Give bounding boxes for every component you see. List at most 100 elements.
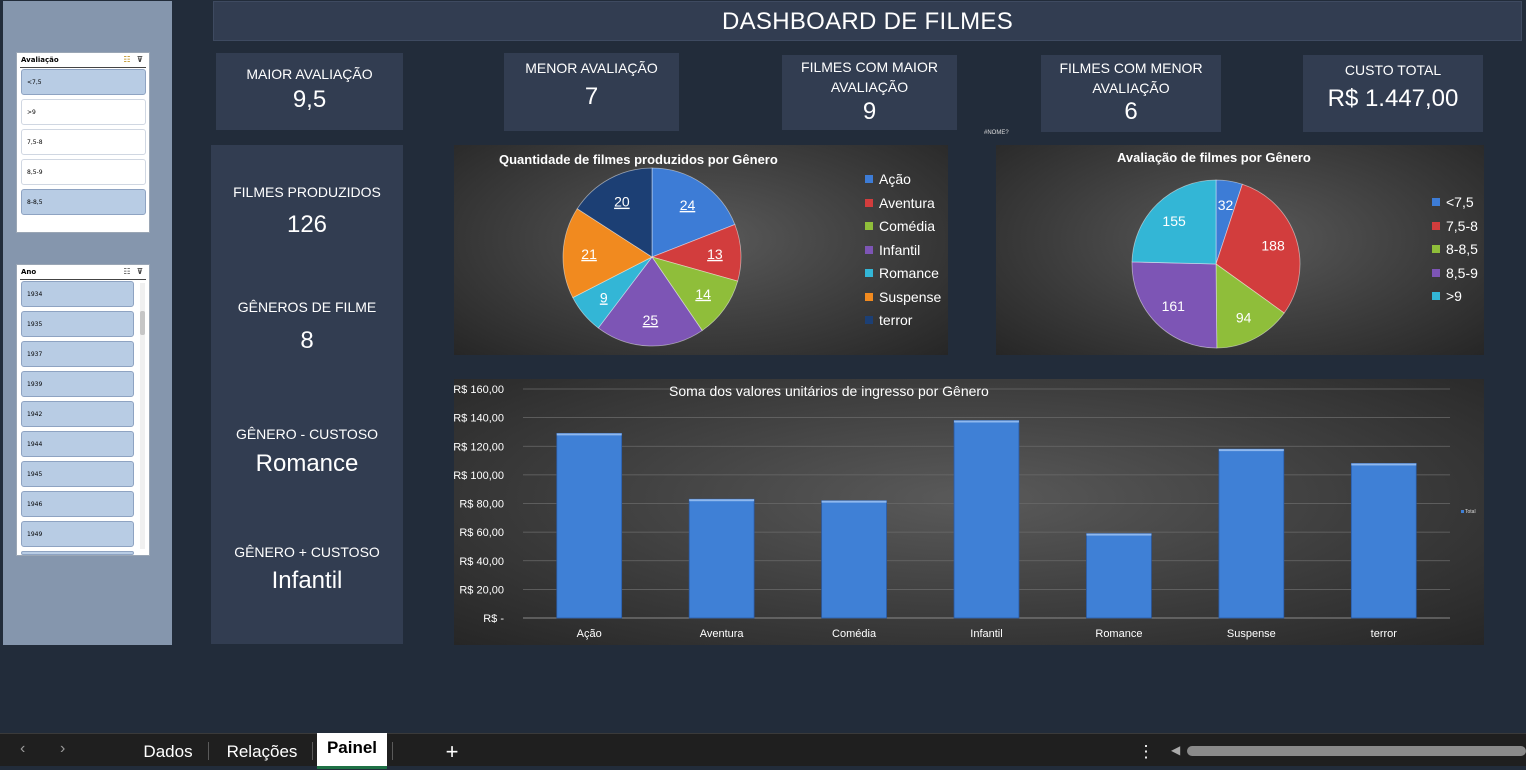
legend-item: Ação [865,171,911,187]
legend-swatch [1432,268,1440,277]
summary-panel: FILMES PRODUZIDOS 126 GÊNEROS DE FILME 8… [211,145,403,644]
more-options-icon[interactable]: ⋮ [1136,734,1156,767]
legend-item: Suspense [865,289,941,305]
clear-filter-icon[interactable]: ⊽ [135,55,145,65]
kpi-value: R$ 1.447,00 [1327,85,1459,112]
kpi-menor-avaliacao: MENOR AVALIAÇÃO 7 [504,53,679,131]
legend-item: Comédia [865,218,935,234]
bar[interactable] [688,498,755,619]
y-tick-label: R$ 20,00 [459,584,504,596]
bar[interactable] [1218,448,1285,619]
chart-title: Soma dos valores unitários de ingresso p… [669,383,989,399]
chart-valores-ingresso[interactable]: R$ - R$ 20,00 R$ 40,00 R$ 60,00 R$ 80,00 R$ 1… [454,379,1484,645]
slicer-item[interactable]: <7,5 [21,69,146,95]
slicer-item[interactable]: 8-8,5 [21,189,146,215]
slicer-item[interactable]: 1944 [21,431,134,457]
kpi-value: 9 [862,98,877,125]
legend-swatch [865,292,873,301]
slicer-item[interactable]: 7,5-8 [21,129,146,155]
add-sheet-button[interactable]: + [437,734,467,767]
stat-value: 8 [300,327,314,354]
legend-item: 8,5-9 [1432,265,1478,281]
legend-label: Suspense [879,288,942,305]
bar[interactable] [953,420,1020,619]
stat-label: GÊNERO + CUSTOSO [234,544,380,560]
legend-label: 8,5-9 [1446,264,1478,281]
bar[interactable] [556,432,623,619]
legend-swatch [865,245,873,254]
pie-chart: 32 188 94 161 155 [1131,179,1301,349]
x-tick-label: Romance [1095,628,1142,640]
legend-label: terror [879,312,913,328]
slicer-ano[interactable]: Ano ☷ ⊽ 1934 1935 1937 1939 1942 1944 19… [16,264,150,556]
legend-swatch [1432,198,1440,206]
legend-item: 8-8,5 [1432,241,1478,257]
clear-filter-icon[interactable]: ⊽ [135,267,145,277]
bar-highlight [1086,533,1152,536]
bar-chart: R$ - R$ 20,00 R$ 40,00 R$ 60,00 R$ 80,00 R$ 1… [454,384,1450,640]
tab-painel[interactable]: Painel [317,733,387,769]
next-sheet-icon[interactable]: › [60,740,65,758]
x-tick-label: Ação [577,628,602,640]
bar[interactable] [1086,533,1152,619]
kpi-value: 6 [1124,98,1138,125]
data-label: 9 [600,289,608,305]
legend-swatch [865,269,873,277]
bar-legend: Total [1461,509,1476,515]
slicer-scroll-thumb[interactable] [140,311,145,335]
stat-label: FILMES PRODUZIDOS [233,184,381,200]
legend-label: Total [1465,509,1476,515]
legend-label: Infantil [879,241,921,258]
bar-highlight [821,500,887,503]
scroll-left-icon[interactable]: ◀ [1171,743,1180,757]
slicer-header: Avaliação ☷ ⊽ [20,55,146,68]
legend-label: Aventura [879,194,935,211]
y-tick-label: R$ 160,00 [454,384,504,396]
data-label: 20 [614,194,630,210]
legend-item: 7,5-8 [1432,218,1478,234]
multi-select-icon[interactable]: ☷ [122,267,132,277]
kpi-filmes-menor-avaliacao: FILMES COM MENOR AVALIAÇÃO 6 [1041,55,1221,132]
kpi-label: AVALIAÇÃO [830,79,909,95]
y-tick-label: R$ 40,00 [459,556,504,568]
slicer-item[interactable]: 1935 [21,311,134,337]
tab-relacoes[interactable]: Relações [218,734,306,767]
legend-swatch [865,175,873,183]
legend-item: Aventura [865,195,935,211]
stat-value: Romance [255,450,359,477]
stat-value: 126 [286,211,328,238]
chart-quantidade-por-genero[interactable]: Quantidade de filmes produzidos por Gêne… [454,145,948,355]
slicer-item[interactable]: 1949 [21,521,134,547]
stat-label: GÊNEROS DE FILME [237,299,377,315]
slicer-item[interactable]: 8,5-9 [21,159,146,185]
slicer-item[interactable]: 1945 [21,461,134,487]
slicer-item[interactable]: 1934 [21,281,134,307]
bar[interactable] [1350,463,1417,619]
legend-item: >9 [1432,288,1462,304]
bar[interactable] [821,500,887,619]
chart-avaliacao-por-genero[interactable]: Avaliação de filmes por Gênero 32 188 94 16… [996,145,1484,355]
data-label: 24 [680,197,696,213]
x-tick-label: Comédia [832,628,877,640]
tab-dados[interactable]: Dados [133,734,203,767]
slicer-item[interactable]: 1937 [21,341,134,367]
bar-highlight [1351,463,1417,466]
prev-sheet-icon[interactable]: ‹ [20,740,25,758]
kpi-filmes-maior-avaliacao: FILMES COM MAIOR AVALIAÇÃO 9 [782,55,957,130]
slicer-item[interactable]: 1942 [21,401,134,427]
slicer-item[interactable]: >9 [21,99,146,125]
slicer-item[interactable]: 1939 [21,371,134,397]
data-label: 155 [1162,213,1186,229]
legend-label: 8-8,5 [1446,241,1478,257]
horizontal-scrollbar[interactable] [1187,746,1526,756]
slicer-header: Ano ☷ ⊽ [20,267,146,280]
multi-select-icon[interactable]: ☷ [122,55,132,65]
bar-highlight [689,499,755,502]
y-tick-label: R$ 60,00 [459,527,504,539]
y-tick-label: R$ - [483,613,504,625]
slicer-item[interactable]: 1946 [21,491,134,517]
legend-label: 7,5-8 [1446,217,1478,234]
data-label: 13 [707,246,723,262]
y-tick-label: R$ 140,00 [454,413,504,425]
slicer-avaliacao[interactable]: Avaliação ☷ ⊽ <7,5 >9 7,5-8 8,5-9 8-8,5 [16,52,150,233]
